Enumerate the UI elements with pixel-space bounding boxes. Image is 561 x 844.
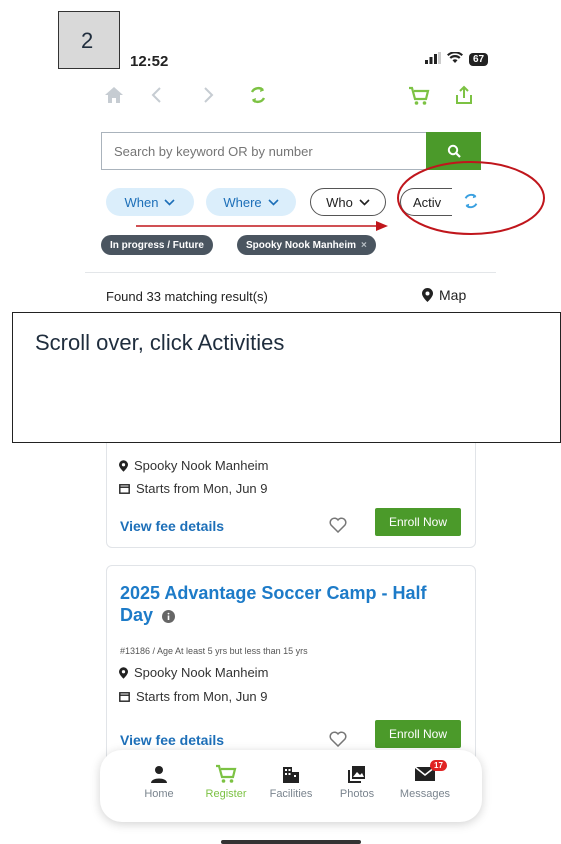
tab-home[interactable]: Home	[124, 764, 194, 800]
filter-who-label: Who	[326, 194, 353, 210]
card2-enroll-button[interactable]: Enroll Now	[375, 720, 461, 748]
divider	[85, 272, 496, 273]
card2-date-row: Starts from Mon, Jun 9	[119, 689, 268, 704]
map-pin-icon	[119, 666, 128, 679]
active-tag-location[interactable]: Spooky Nook Manheim ×	[237, 235, 376, 255]
home-nav-icon[interactable]	[104, 86, 124, 110]
mail-icon: 17	[390, 760, 460, 788]
card2-fee-link[interactable]: View fee details	[120, 732, 224, 748]
map-pin-icon	[119, 459, 128, 472]
signal-icon	[425, 51, 441, 68]
active-tag-location-label: Spooky Nook Manheim	[246, 239, 357, 251]
building-icon	[256, 764, 326, 788]
map-label: Map	[439, 287, 467, 303]
calendar-icon	[119, 692, 130, 702]
status-time: 12:52	[130, 53, 169, 70]
filter-where[interactable]: Where	[206, 188, 296, 216]
card1-date-row: Starts from Mon, Jun 9	[119, 481, 268, 496]
scroll-arrow-head	[376, 221, 388, 231]
results-count: Found 33 matching result(s)	[106, 289, 268, 304]
home-indicator	[221, 840, 361, 844]
map-button[interactable]: Map	[422, 287, 466, 303]
back-icon[interactable]	[150, 86, 162, 109]
tab-register-label: Register	[205, 788, 247, 800]
card1-fee-link[interactable]: View fee details	[120, 518, 224, 534]
search-field[interactable]	[101, 132, 426, 170]
chevron-down-icon	[268, 198, 279, 206]
card1-start-date: Starts from Mon, Jun 9	[136, 481, 268, 496]
tab-messages-label: Messages	[399, 788, 451, 800]
chevron-down-icon	[164, 198, 176, 206]
person-icon	[124, 764, 194, 788]
card2-title-wrap[interactable]: 2025 Advantage Soccer Camp - Half Day	[120, 582, 450, 626]
card1-location: Spooky Nook Manheim	[134, 458, 269, 473]
card2-meta: #13186 / Age At least 5 yrs but less tha…	[120, 646, 308, 656]
favorite-heart-icon[interactable]	[329, 517, 347, 538]
wifi-icon	[447, 51, 463, 68]
chevron-down-icon	[359, 198, 370, 206]
tab-home-label: Home	[144, 788, 174, 800]
favorite-heart-icon[interactable]	[329, 731, 347, 752]
card2-location: Spooky Nook Manheim	[134, 665, 269, 680]
info-icon[interactable]	[162, 609, 176, 623]
instruction-callout: Scroll over, click Activities	[12, 312, 561, 443]
tab-register[interactable]: Register	[191, 764, 261, 800]
forward-icon[interactable]	[203, 86, 215, 109]
bottom-tab-bar: Home Register Facilities Photos 17 Messa…	[100, 750, 482, 822]
filter-where-label: Where	[223, 194, 262, 210]
active-tag-status-label: In progress / Future	[110, 239, 204, 251]
instruction-text: Scroll over, click Activities	[35, 330, 285, 355]
cart-icon	[191, 764, 261, 788]
photos-icon	[322, 764, 392, 788]
tab-photos[interactable]: Photos	[322, 764, 392, 800]
filter-when-label: When	[124, 194, 159, 210]
activity-card-2: 2025 Advantage Soccer Camp - Half Day #1…	[106, 565, 476, 765]
card2-location-row: Spooky Nook Manheim	[119, 665, 268, 680]
tab-facilities-label: Facilities	[269, 788, 313, 800]
card2-start-date: Starts from Mon, Jun 9	[136, 689, 268, 704]
search-icon	[447, 144, 461, 158]
refresh-icon[interactable]	[248, 85, 268, 110]
calendar-icon	[119, 484, 130, 494]
tab-photos-label: Photos	[339, 788, 375, 800]
share-icon[interactable]	[454, 85, 474, 110]
filter-who[interactable]: Who	[310, 188, 386, 216]
card1-enroll-button[interactable]: Enroll Now	[375, 508, 461, 536]
search-button[interactable]	[426, 132, 481, 170]
close-icon[interactable]: ×	[361, 240, 367, 251]
step-number: 2	[81, 28, 94, 53]
map-pin-icon	[422, 288, 433, 302]
tab-messages[interactable]: 17 Messages	[390, 760, 460, 800]
active-tag-status[interactable]: In progress / Future	[101, 235, 213, 255]
filter-activities-label: Activ	[413, 194, 442, 210]
cart-icon[interactable]	[408, 86, 430, 111]
filter-activities[interactable]: Activ	[400, 188, 452, 216]
step-number-box: 2	[58, 11, 120, 69]
messages-badge: 17	[430, 760, 447, 771]
search-input[interactable]	[102, 133, 426, 169]
card1-location-row: Spooky Nook Manheim	[119, 458, 268, 473]
status-icons: 67	[425, 51, 489, 68]
filter-when[interactable]: When	[106, 188, 194, 216]
battery-icon: 67	[469, 53, 489, 66]
tab-facilities[interactable]: Facilities	[256, 764, 326, 800]
reset-filters-icon[interactable]	[462, 192, 480, 215]
